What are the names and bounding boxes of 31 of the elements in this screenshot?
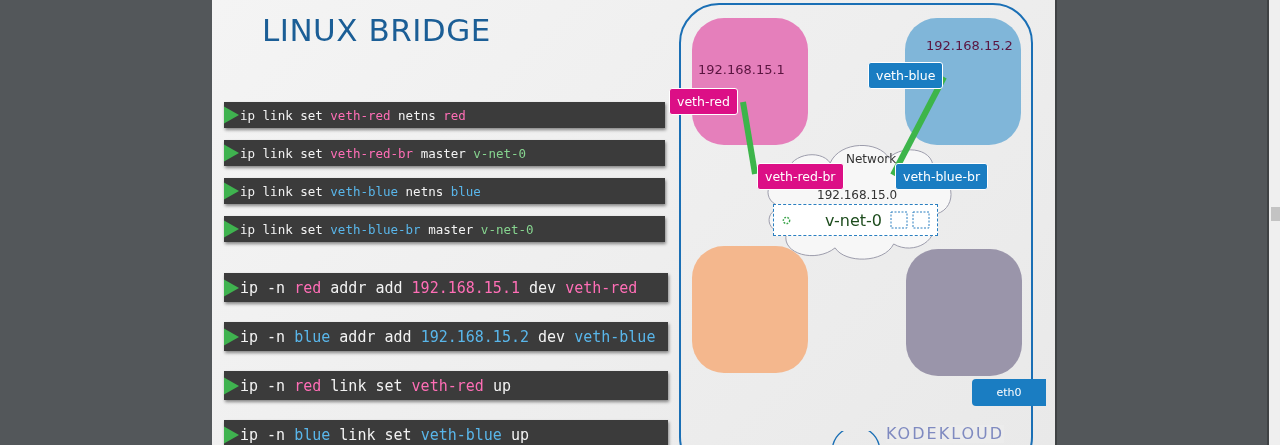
command-text: ip -n red addr add 192.168.15.1 dev veth-red	[240, 278, 638, 297]
port-slots-drawing	[890, 211, 931, 229]
play-icon	[224, 327, 239, 346]
ip-address: 192.168.15.1	[698, 62, 785, 77]
play-icon	[224, 106, 239, 124]
scrollbar[interactable]	[1269, 0, 1280, 445]
interface-label: veth-red-br	[757, 163, 844, 190]
play-icon	[224, 182, 239, 200]
interface-label: veth-blue-br	[895, 163, 989, 190]
interface-label: veth-red	[669, 88, 738, 115]
scroll-thumb[interactable]	[1271, 207, 1280, 221]
command-text: ip link set veth-blue netns blue	[240, 183, 481, 199]
slide-title: LINUX BRIDGE	[262, 12, 492, 50]
command-text: ip link set veth-red netns red	[240, 107, 466, 123]
play-icon	[224, 144, 239, 162]
command-text: ip -n blue link set veth-blue up	[240, 425, 529, 444]
command-text: ip -n red link set veth-red up	[240, 376, 511, 395]
interface-label: veth-blue	[868, 62, 944, 89]
play-icon	[224, 278, 239, 297]
bridge-name: v-net-0	[825, 210, 883, 230]
command-text: ip link set veth-red-br master v-net-0	[240, 145, 527, 161]
play-icon	[224, 220, 239, 238]
ip-address: 192.168.15.2	[926, 38, 1013, 53]
command-text: ip link set veth-blue-br master v-net-0	[240, 221, 534, 237]
network-label: Network	[846, 152, 897, 166]
play-icon	[224, 376, 239, 395]
command-text: ip -n blue addr add 192.168.15.2 dev veth-blue	[240, 327, 656, 346]
uplink-label: eth0	[972, 379, 1046, 406]
port-icon	[782, 215, 791, 225]
subnet-address: 192.168.15.0	[817, 188, 898, 202]
play-icon	[224, 425, 239, 444]
